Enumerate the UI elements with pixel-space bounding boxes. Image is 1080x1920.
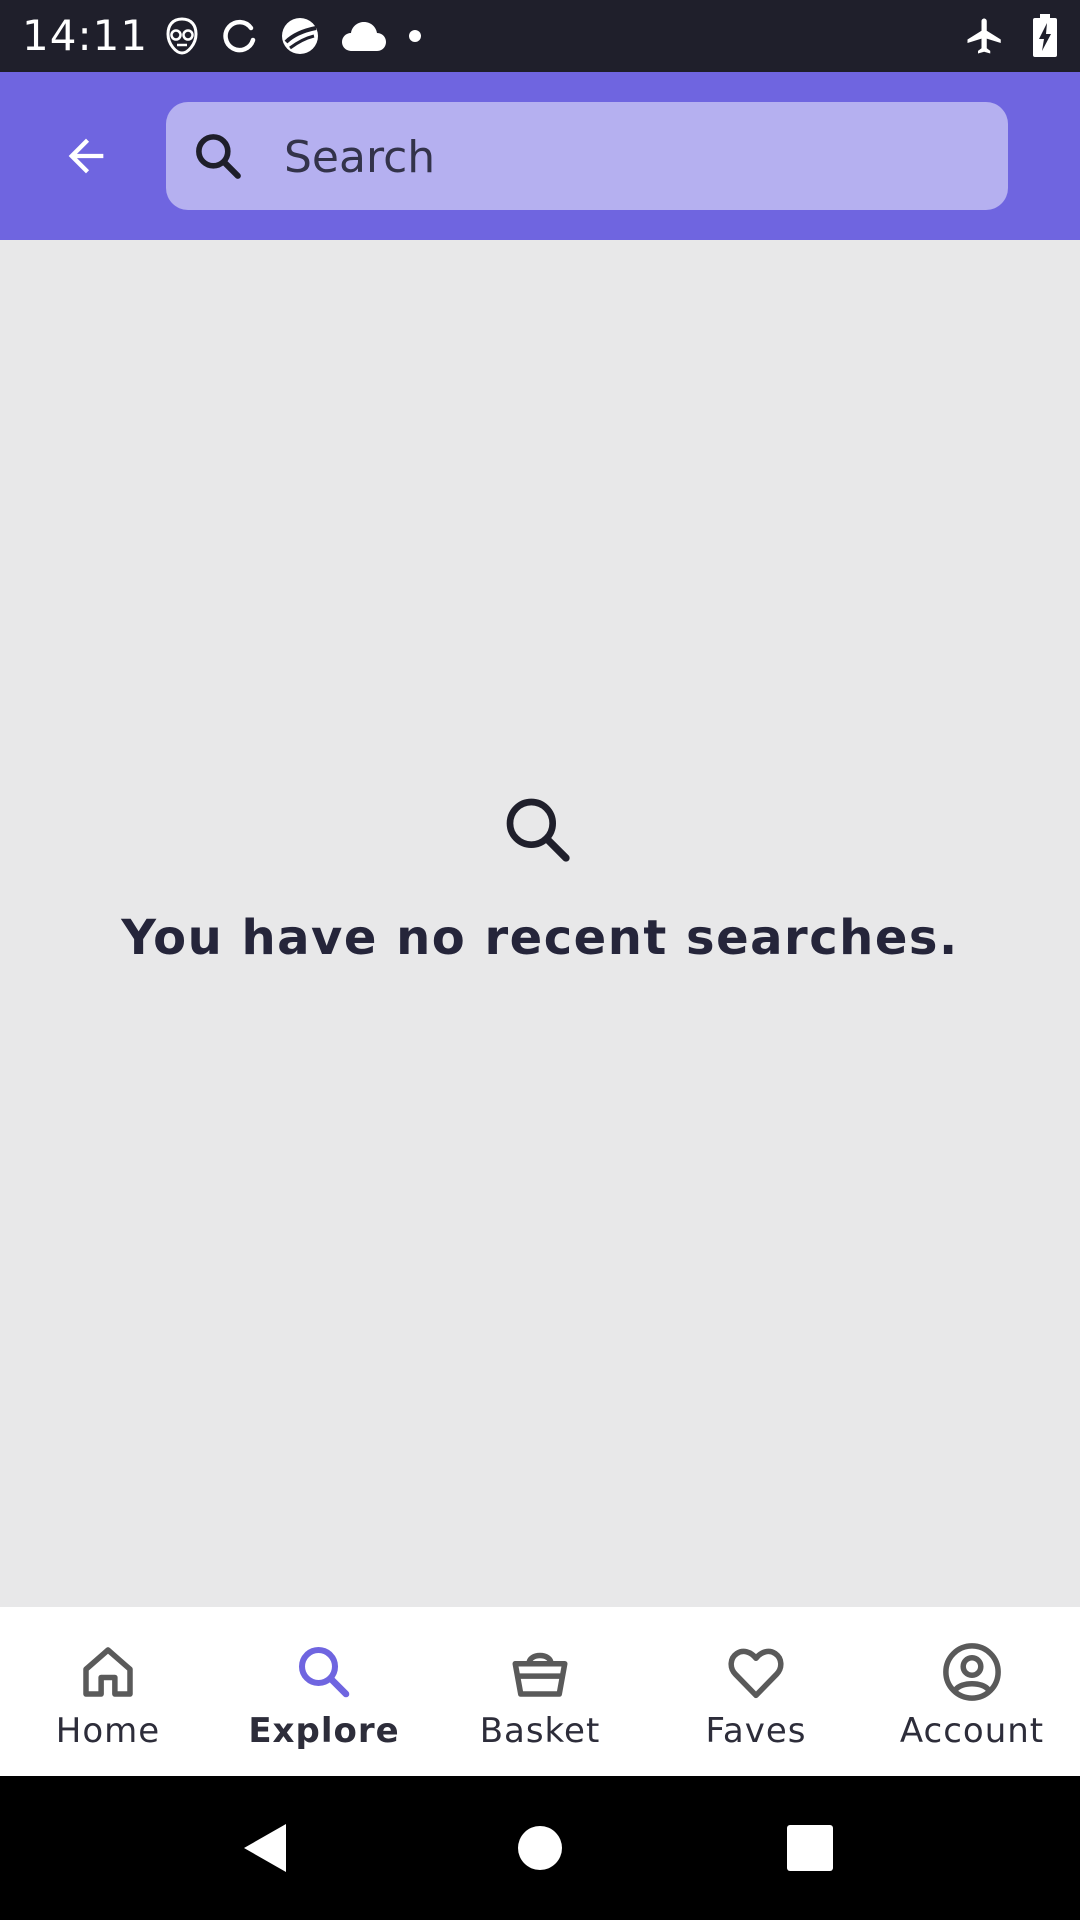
nav-item-home[interactable]: Home (0, 1607, 216, 1776)
recents-square-icon[interactable] (774, 1812, 846, 1884)
sync-icon (223, 19, 256, 53)
nav-label-faves: Faves (705, 1711, 807, 1751)
home-icon (83, 1647, 133, 1697)
dot-icon (409, 30, 421, 42)
system-nav-bar (0, 1776, 1080, 1920)
nav-item-explore[interactable]: Explore (216, 1607, 432, 1776)
bottom-nav: Home Explore Basket Faves Account (0, 1607, 1080, 1776)
status-icons-right (964, 12, 1058, 60)
battery-charging-icon (1033, 14, 1057, 57)
search-icon (196, 134, 241, 179)
search-icon (506, 798, 570, 862)
recent-searches-panel: You have no recent searches. (0, 240, 1080, 1607)
search-icon (298, 1646, 350, 1698)
nav-label-account: Account (899, 1711, 1045, 1751)
account-icon (943, 1643, 1001, 1701)
heart-icon (728, 1648, 784, 1699)
globe-app-icon (282, 18, 318, 54)
nav-item-basket[interactable]: Basket (432, 1607, 648, 1776)
nav-label-basket: Basket (479, 1711, 601, 1751)
home-circle-icon[interactable] (504, 1812, 576, 1884)
arrow-left-icon (68, 138, 104, 174)
airplane-mode-icon (967, 18, 1001, 54)
nav-label-home: Home (55, 1711, 161, 1751)
status-time: 14:11 (22, 11, 149, 60)
cloud-icon (342, 22, 386, 51)
nav-item-account[interactable]: Account (864, 1607, 1080, 1776)
nav-label-explore: Explore (248, 1711, 400, 1751)
status-icons-left (164, 14, 422, 58)
basket-icon (512, 1652, 568, 1697)
back-triangle-icon[interactable] (230, 1812, 302, 1884)
alien-face-icon (166, 17, 198, 55)
app-bar (0, 72, 1080, 240)
search-box[interactable] (166, 102, 1008, 212)
status-bar: 14:11 (0, 0, 1080, 72)
nav-item-faves[interactable]: Faves (648, 1607, 864, 1776)
empty-state-message: You have no recent searches. (121, 910, 959, 966)
back-button[interactable] (48, 118, 124, 194)
search-input[interactable] (282, 102, 986, 212)
